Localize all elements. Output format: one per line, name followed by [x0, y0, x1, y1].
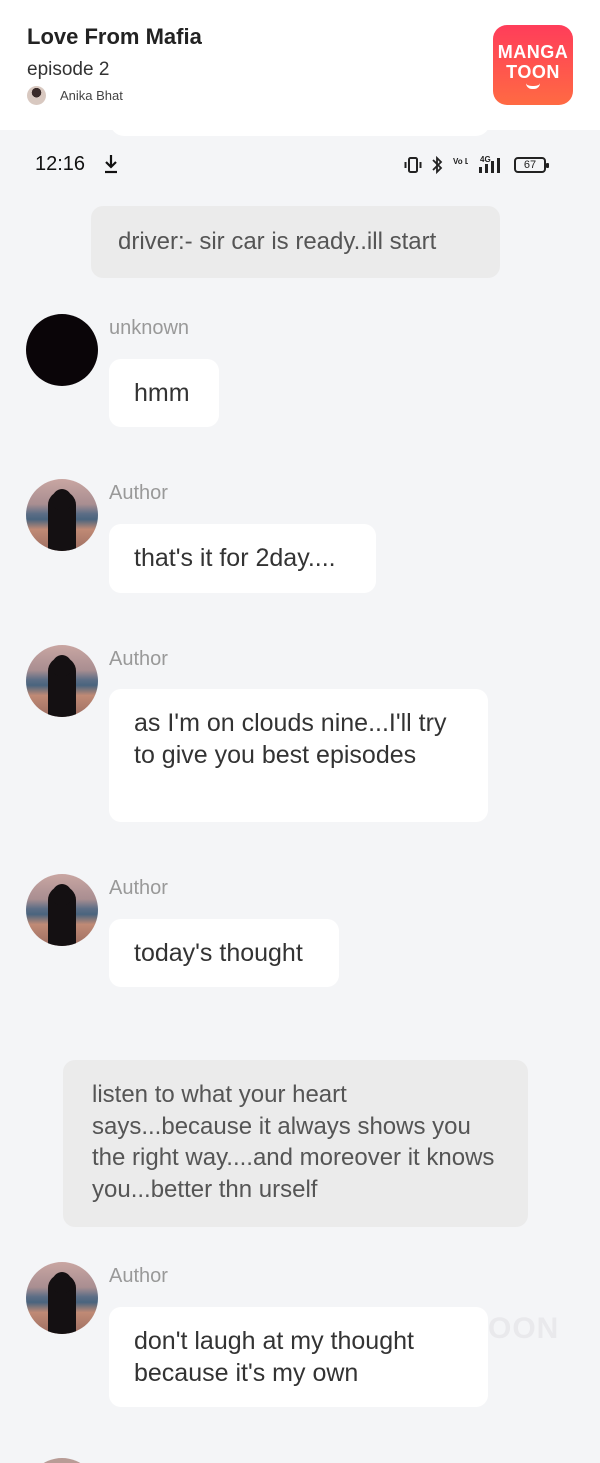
message-bubble: as I'm on clouds nine...I'll try to give…	[109, 689, 488, 822]
author-avatar[interactable]	[26, 479, 98, 551]
message-text: don't laugh at my thought because it's m…	[134, 1327, 414, 1387]
status-icons: Vo LTE 4G 67	[404, 154, 554, 176]
speaker-name: unknown	[109, 317, 190, 339]
chat-story-page: Love From Mafia episode 2 Anika Bhat MAN…	[0, 0, 600, 1463]
speaker-name: Author	[109, 648, 168, 670]
download-icon	[105, 155, 117, 174]
author-avatar[interactable]	[26, 645, 98, 717]
silhouette	[48, 489, 76, 551]
message-text: hmm	[134, 379, 190, 407]
message-bubble: don't laugh at my thought because it's m…	[109, 1307, 488, 1407]
battery-icon: 67	[514, 157, 549, 173]
phone-status-bar: 12:16 Vo LTE 4G	[0, 140, 600, 190]
episode-title: episode 2	[27, 59, 110, 80]
silhouette	[48, 655, 76, 717]
bluetooth-icon	[432, 155, 443, 175]
status-time: 12:16	[35, 153, 86, 175]
message-bubble: hmm	[109, 359, 219, 427]
story-header: Love From Mafia episode 2 Anika Bhat MAN…	[0, 0, 600, 130]
volte-label: Vo LTE	[453, 157, 468, 166]
watermark: OON	[488, 1312, 560, 1345]
message-text: today's thought	[134, 939, 303, 967]
volte-icon: Vo LTE	[453, 157, 468, 166]
narration-text: listen to what your heart says...because…	[92, 1081, 495, 1203]
smile-icon	[526, 83, 540, 89]
speaker-name: Author	[109, 1265, 168, 1287]
message-bubble: today's thought	[109, 919, 339, 987]
unknown-avatar[interactable]	[26, 314, 98, 386]
next-avatar	[26, 1458, 98, 1463]
speaker-name: Author	[109, 877, 168, 899]
narration-bubble: listen to what your heart says...because…	[63, 1060, 528, 1227]
author-name: Anika Bhat	[60, 88, 123, 103]
message-bubble: that's it for 2day....	[109, 524, 376, 593]
author-avatar[interactable]	[26, 874, 98, 946]
author-row[interactable]: Anika Bhat	[27, 86, 123, 105]
logo-text-toon: TOON	[506, 61, 560, 82]
signal-icon: 4G	[479, 155, 500, 173]
narration-text: driver:- sir car is ready..ill start	[118, 228, 437, 255]
message-text: as I'm on clouds nine...I'll try to give…	[134, 709, 447, 769]
speaker-name: Author	[109, 482, 168, 504]
battery-level: 67	[523, 159, 537, 171]
story-title[interactable]: Love From Mafia	[27, 24, 202, 50]
silhouette	[48, 884, 76, 946]
author-avatar	[27, 86, 46, 105]
mangatoon-logo[interactable]: MANGA TOON	[493, 25, 573, 105]
message-text: that's it for 2day....	[134, 544, 336, 572]
author-avatar[interactable]	[26, 1262, 98, 1334]
vibrate-icon	[404, 157, 422, 173]
network-label: 4G	[480, 155, 491, 164]
logo-text-manga: MANGA	[497, 41, 569, 62]
silhouette	[48, 1272, 76, 1334]
narration-bubble: driver:- sir car is ready..ill start	[91, 206, 500, 278]
